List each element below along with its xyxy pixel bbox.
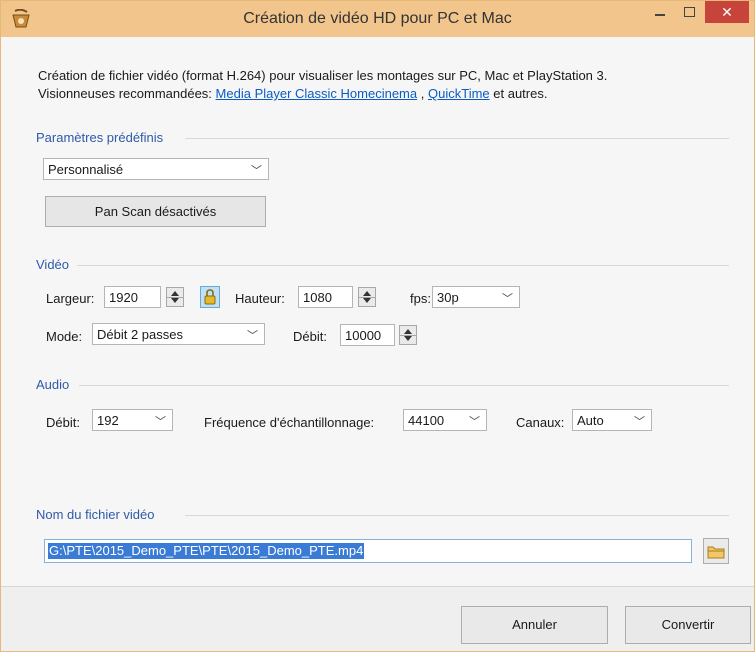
mode-dropdown[interactable]: Débit 2 passes ﹀	[92, 323, 265, 345]
panscan-button[interactable]: Pan Scan désactivés	[45, 196, 266, 227]
close-button[interactable]: ✕	[705, 1, 749, 23]
samplerate-value: 44100	[408, 413, 445, 428]
file-divider	[185, 515, 729, 516]
convert-label: Convertir	[661, 617, 715, 632]
cancel-button[interactable]: Annuler	[461, 606, 608, 644]
samplerate-label: Fréquence d'échantillonnage:	[204, 415, 375, 430]
height-value: 1080	[303, 290, 332, 305]
fps-label: fps:	[410, 291, 431, 306]
stepper-up-icon	[171, 291, 179, 296]
video-divider	[77, 265, 729, 266]
preset-dropdown[interactable]: Personnalisé ﹀	[43, 158, 269, 180]
width-stepper[interactable]	[166, 287, 184, 307]
chevron-down-icon: ﹀	[469, 416, 480, 428]
stepper-up-icon	[404, 329, 412, 334]
link-separator: ,	[420, 86, 425, 101]
viewers-suffix: et autres.	[493, 86, 548, 101]
file-path-value: G:\PTE\2015_Demo_PTE\PTE\2015_Demo_PTE.m…	[48, 543, 365, 559]
stepper-down-icon	[171, 298, 179, 303]
audio-bitrate-value: 192	[97, 413, 119, 428]
convert-button[interactable]: Convertir	[625, 606, 751, 644]
chevron-down-icon: ﹀	[634, 416, 645, 428]
channels-value: Auto	[577, 413, 604, 428]
height-input[interactable]: 1080	[298, 286, 353, 308]
height-stepper[interactable]	[358, 287, 376, 307]
width-input[interactable]: 1920	[104, 286, 161, 308]
cancel-label: Annuler	[512, 617, 557, 632]
folder-icon	[707, 546, 725, 559]
intro-text: Création de fichier vidéo (format H.264)…	[38, 67, 607, 103]
minimize-button[interactable]	[647, 1, 673, 23]
channels-dropdown[interactable]: Auto ﹀	[572, 409, 652, 431]
chevron-down-icon: ﹀	[251, 165, 262, 177]
audio-section-title: Audio	[36, 377, 70, 392]
chevron-down-icon: ﹀	[155, 416, 166, 428]
file-path-input[interactable]: G:\PTE\2015_Demo_PTE\PTE\2015_Demo_PTE.m…	[44, 539, 692, 563]
dialog-window: Création de vidéo HD pour PC et Mac ✕ Cr…	[0, 0, 755, 652]
browse-button[interactable]	[703, 538, 729, 564]
aspect-lock-button[interactable]	[200, 286, 220, 308]
video-bitrate-value: 10000	[345, 328, 382, 343]
channels-label: Canaux:	[516, 415, 565, 430]
mode-value: Débit 2 passes	[97, 327, 183, 342]
mode-label: Mode:	[46, 329, 83, 344]
preset-value: Personnalisé	[48, 162, 124, 177]
lock-icon	[204, 289, 216, 305]
video-bitrate-input[interactable]: 10000	[340, 324, 395, 346]
video-bitrate-stepper[interactable]	[399, 325, 417, 345]
audio-divider	[79, 385, 729, 386]
viewers-label: Visionneuses recommandées:	[38, 86, 212, 101]
audio-bitrate-dropdown[interactable]: 192 ﹀	[92, 409, 173, 431]
panscan-label: Pan Scan désactivés	[94, 204, 217, 219]
presets-section-title: Paramètres prédéfinis	[36, 130, 164, 145]
video-section-title: Vidéo	[36, 257, 70, 272]
width-label: Largeur:	[46, 291, 95, 306]
samplerate-dropdown[interactable]: 44100 ﹀	[403, 409, 487, 431]
fps-value: 30p	[437, 290, 459, 305]
intro-line-1: Création de fichier vidéo (format H.264)…	[38, 68, 608, 83]
width-value: 1920	[109, 290, 138, 305]
audio-bitrate-label: Débit:	[46, 415, 80, 430]
stepper-down-icon	[404, 336, 412, 341]
chevron-down-icon: ﹀	[247, 330, 258, 342]
video-bitrate-label: Débit:	[293, 329, 327, 344]
stepper-down-icon	[363, 298, 371, 303]
quicktime-link[interactable]: QuickTime	[428, 86, 490, 101]
presets-divider	[185, 138, 729, 139]
file-section-title: Nom du fichier vidéo	[36, 507, 155, 522]
close-icon: ✕	[721, 4, 733, 20]
window-title: Création de vidéo HD pour PC et Mac	[243, 10, 512, 27]
stepper-up-icon	[363, 291, 371, 296]
title-bar[interactable]: Création de vidéo HD pour PC et Mac ✕	[1, 1, 754, 37]
maximize-button[interactable]	[676, 1, 702, 23]
intro-line-2: Visionneuses recommandées: Media Player …	[38, 85, 607, 103]
media-player-link[interactable]: Media Player Classic Homecinema	[216, 86, 418, 101]
chevron-down-icon: ﹀	[502, 293, 513, 305]
height-label: Hauteur:	[235, 291, 285, 306]
fps-dropdown[interactable]: 30p ﹀	[432, 286, 520, 308]
